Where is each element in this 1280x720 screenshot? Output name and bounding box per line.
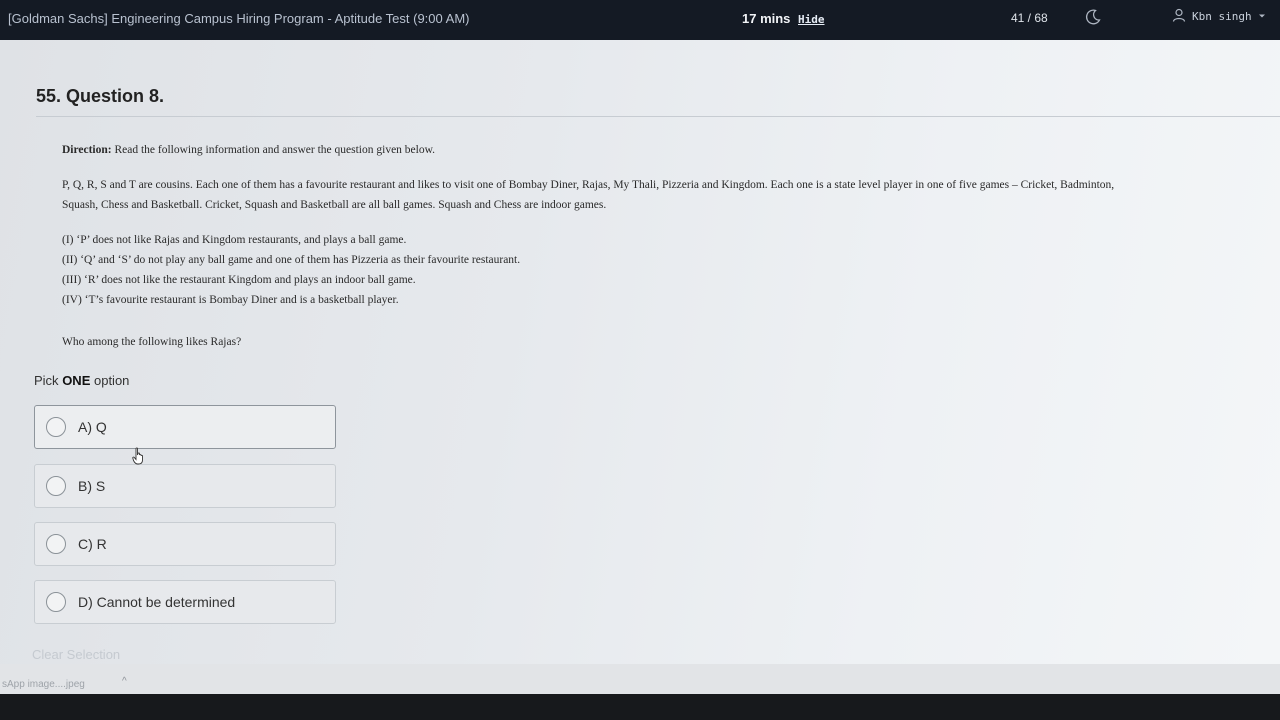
option-c[interactable]: C) R [34, 522, 336, 566]
clue-4: (IV) ‘T’s favourite restaurant is Bombay… [62, 294, 399, 306]
option-label: A) Q [78, 419, 107, 435]
downloaded-file[interactable]: sApp image....jpeg [2, 679, 85, 690]
hand-pointer-icon [132, 447, 146, 465]
info-paragraph-line-1: P, Q, R, S and T are cousins. Each one o… [62, 179, 1115, 191]
hide-timer-link[interactable]: Hide [798, 13, 825, 26]
user-menu[interactable]: Kbn singh [1172, 7, 1266, 25]
user-icon [1172, 8, 1186, 25]
option-label: C) R [78, 536, 107, 552]
screen-bezel [0, 694, 1280, 720]
radio-button[interactable] [46, 592, 66, 612]
radio-button[interactable] [46, 476, 66, 496]
radio-button[interactable] [46, 534, 66, 554]
moon-icon[interactable] [1084, 8, 1102, 26]
question-panel: 55. Question 8. Direction: Read the foll… [0, 40, 1280, 680]
radio-button[interactable] [46, 417, 66, 437]
clue-1: (I) ‘P’ does not like Rajas and Kingdom … [62, 234, 407, 246]
direction-label: Direction: [62, 144, 112, 156]
option-a[interactable]: A) Q [34, 405, 336, 449]
option-label: B) S [78, 478, 106, 494]
caret-up-icon[interactable]: ^ [122, 676, 127, 687]
option-label: D) Cannot be determined [78, 594, 236, 610]
question-body: Direction: Read the following informatio… [62, 140, 1272, 352]
info-paragraph-line-2: Squash, Chess and Basketball. Cricket, S… [62, 199, 607, 211]
caret-down-icon [1258, 10, 1266, 23]
direction-text: Read the following information and answe… [114, 144, 436, 156]
test-title: [Goldman Sachs] Engineering Campus Hirin… [8, 11, 470, 26]
clue-3: (III) ‘R’ does not like the restaurant K… [62, 274, 416, 286]
pick-instruction: Pick ONE option [34, 373, 130, 388]
question-progress: 41 / 68 [1011, 11, 1048, 25]
clear-selection-link[interactable]: Clear Selection [32, 647, 120, 662]
option-b[interactable]: B) S [34, 464, 336, 508]
user-name: Kbn singh [1192, 9, 1252, 23]
download-bar: sApp image....jpeg ^ [0, 664, 1280, 694]
question-title: 55. Question 8. [36, 86, 165, 106]
timer: 17 mins [742, 11, 791, 26]
divider [36, 116, 1280, 117]
top-bar: [Goldman Sachs] Engineering Campus Hirin… [0, 0, 1280, 40]
clue-2: (II) ‘Q’ and ‘S’ do not play any ball ga… [62, 254, 521, 266]
question-prompt: Who among the following likes Rajas? [62, 336, 242, 348]
option-d[interactable]: D) Cannot be determined [34, 580, 336, 624]
